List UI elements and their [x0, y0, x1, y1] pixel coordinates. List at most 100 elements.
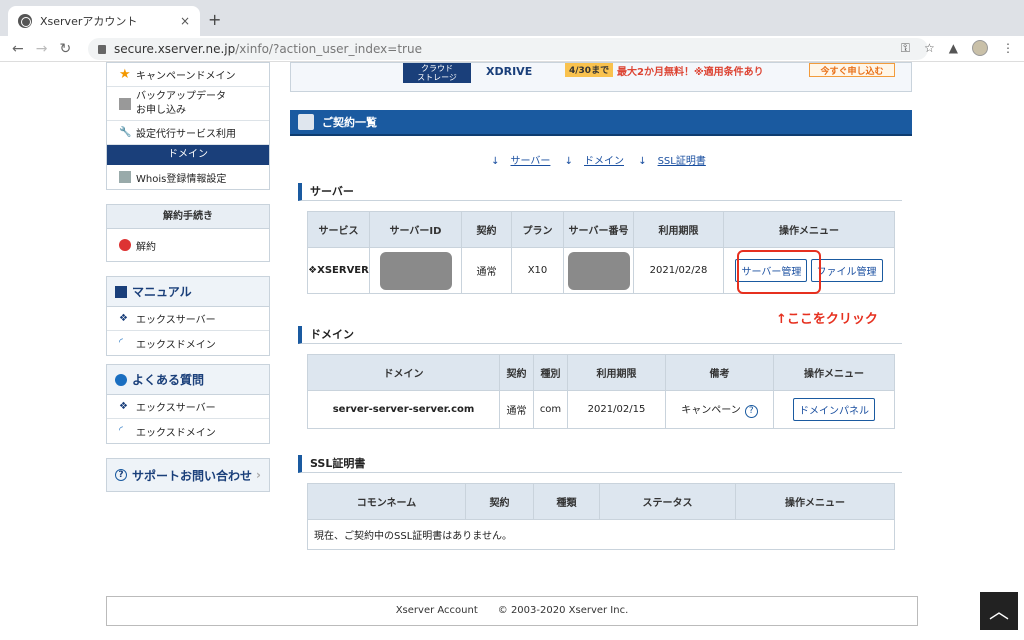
sidebar-faq-xserver[interactable]: ❖ エックスサーバー [107, 395, 269, 419]
arrow-down-icon: ↓ [638, 156, 647, 167]
redacted-block [379, 251, 452, 290]
cell-contract: 通常 [461, 247, 512, 294]
scroll-to-top-button[interactable]: ︿ [980, 592, 1018, 630]
backup-icon [119, 97, 131, 110]
sidebar-manual: マニュアル ❖ エックスサーバー ◜ エックスドメイン [106, 276, 270, 356]
sidebar-faq-header: よくある質問 [107, 365, 269, 395]
book-icon [115, 285, 127, 298]
th-common-name: コモンネーム [307, 483, 466, 520]
domain-heading: ドメイン [298, 326, 902, 344]
th-operations: 操作メニュー [723, 211, 895, 248]
drive-icon[interactable]: ▲ [949, 41, 958, 55]
cell-operations: ドメインパネル [773, 390, 895, 429]
sidebar-item-setup-service[interactable]: 🔧 設定代行サービス利用 [107, 121, 269, 145]
th-server-id: サーバーID [369, 211, 462, 248]
banner-date: 4/30まで [565, 63, 614, 77]
xdrive-banner[interactable]: クラウド ストレージ XDRIVE 4/30まで 最大2か月無料！※適用条件あり… [290, 62, 912, 92]
chevron-right-icon: › [256, 468, 261, 482]
xserver-logo-icon: ❖ [308, 265, 318, 276]
key-icon[interactable]: ⚿ [901, 41, 910, 56]
table-row: server-server-server.com 通常 com 2021/02/… [307, 390, 895, 429]
new-tab-button[interactable]: + [208, 10, 221, 29]
cell-domain: server-server-server.com [307, 390, 500, 429]
sidebar-item-campaign-domain[interactable]: ★ キャンペーンドメイン [107, 63, 269, 87]
sidebar-support[interactable]: ? サポートお問い合わせ › [106, 458, 270, 492]
th-remark: 備考 [665, 354, 774, 391]
question-icon: ? [115, 469, 127, 481]
sidebar-domain-header: ドメイン [107, 145, 269, 165]
cell-server-id [369, 247, 462, 294]
sidebar-faq: よくある質問 ❖ エックスサーバー ◜ エックスドメイン [106, 364, 270, 444]
avatar[interactable] [972, 40, 988, 56]
anchor-ssl[interactable]: SSL証明書 [658, 156, 706, 167]
url-host: secure.xserver.ne.jp [114, 42, 236, 56]
banner-product: XDRIVE [486, 65, 533, 78]
banner-cta-button[interactable]: 今すぐ申し込む [809, 63, 895, 77]
redacted-block [567, 251, 630, 290]
anchor-links: ↓ サーバー ↓ ドメイン ↓ SSL証明書 [290, 152, 912, 167]
wrench-icon: 🔧 [119, 126, 132, 138]
th-expiry: 利用期限 [567, 354, 666, 391]
domain-panel-button[interactable]: ドメインパネル [793, 398, 875, 421]
tab-title: Xserverアカウント [40, 15, 138, 28]
sidebar-faq-xdomain[interactable]: ◜ エックスドメイン [107, 419, 269, 443]
th-expiry: 利用期限 [633, 211, 724, 248]
back-icon[interactable]: ← [12, 41, 24, 57]
browser-tab-bar: Xserverアカウント × + [0, 0, 1024, 36]
chat-bubble-icon [115, 373, 127, 386]
anchor-domain[interactable]: ドメイン [584, 156, 624, 167]
address-bar[interactable]: secure.xserver.ne.jp/xinfo/?action_user_… [88, 38, 928, 60]
th-operations: 操作メニュー [773, 354, 895, 391]
cell-service: ❖XSERVER [307, 247, 370, 294]
th-type: 種別 [533, 354, 568, 391]
cell-contract: 通常 [499, 390, 534, 429]
sidebar-item-cancel[interactable]: 解約 [107, 229, 269, 261]
file-manage-button[interactable]: ファイル管理 [810, 259, 883, 282]
question-icon[interactable]: ? [744, 405, 758, 418]
sidebar-item-backup[interactable]: バックアップデータ お申し込み [107, 87, 269, 121]
cell-expiry: 2021/02/28 [633, 247, 724, 294]
xserver-icon: ❖ [119, 312, 128, 324]
highlight-box [737, 250, 821, 294]
table-row: 現在、ご契約中のSSL証明書はありません。 [307, 519, 895, 550]
th-contract: 契約 [461, 211, 512, 248]
anchor-server[interactable]: サーバー [511, 156, 551, 167]
sidebar-manual-xserver[interactable]: ❖ エックスサーバー [107, 307, 269, 331]
xdomain-icon: ◜ [119, 425, 123, 436]
sidebar-manual-xdomain[interactable]: ◜ エックスドメイン [107, 331, 269, 355]
th-status: ステータス [599, 483, 736, 520]
sidebar-item-whois[interactable]: Whois登録情報設定 [107, 165, 269, 189]
th-operations: 操作メニュー [735, 483, 895, 520]
th-domain: ドメイン [307, 354, 500, 391]
sidebar-cancel: 解約手続き 解約 [106, 204, 270, 262]
click-here-note: ↑ここをクリック [776, 312, 878, 327]
browser-toolbar: ← → ↻ secure.xserver.ne.jp/xinfo/?action… [0, 36, 1024, 62]
star-icon[interactable]: ☆ [924, 41, 935, 55]
ssl-heading: SSL証明書 [298, 455, 902, 473]
sidebar-manual-header: マニュアル [107, 277, 269, 307]
close-tab-icon[interactable]: × [180, 14, 190, 28]
reload-icon[interactable]: ↻ [59, 41, 71, 57]
globe-icon [18, 14, 32, 28]
cell-server-number [563, 247, 634, 294]
document-icon [298, 114, 314, 130]
menu-icon[interactable]: ⋮ [1002, 41, 1014, 55]
banner-label: クラウド ストレージ [403, 63, 471, 83]
th-server-number: サーバー番号 [563, 211, 634, 248]
cancel-icon [119, 239, 131, 251]
th-plan: プラン [511, 211, 564, 248]
banner-promo: 最大2か月無料！※適用条件あり [617, 67, 764, 78]
arrow-down-icon: ↓ [491, 156, 500, 167]
arrow-down-icon: ↓ [564, 156, 573, 167]
main-content: クラウド ストレージ XDRIVE 4/30まで 最大2か月無料！※適用条件あり… [290, 62, 912, 550]
forward-icon[interactable]: → [36, 41, 48, 57]
server-heading: サーバー [298, 183, 902, 201]
url-path: /xinfo/?action_user_index=true [235, 42, 422, 56]
th-contract: 契約 [499, 354, 534, 391]
star-icon: ★ [119, 66, 131, 82]
chevron-up-icon: ︿ [989, 599, 1009, 623]
ssl-empty-message: 現在、ご契約中のSSL証明書はありません。 [307, 519, 895, 550]
xdomain-icon: ◜ [119, 337, 123, 348]
th-kind: 種類 [533, 483, 600, 520]
browser-tab[interactable]: Xserverアカウント × [8, 6, 200, 36]
